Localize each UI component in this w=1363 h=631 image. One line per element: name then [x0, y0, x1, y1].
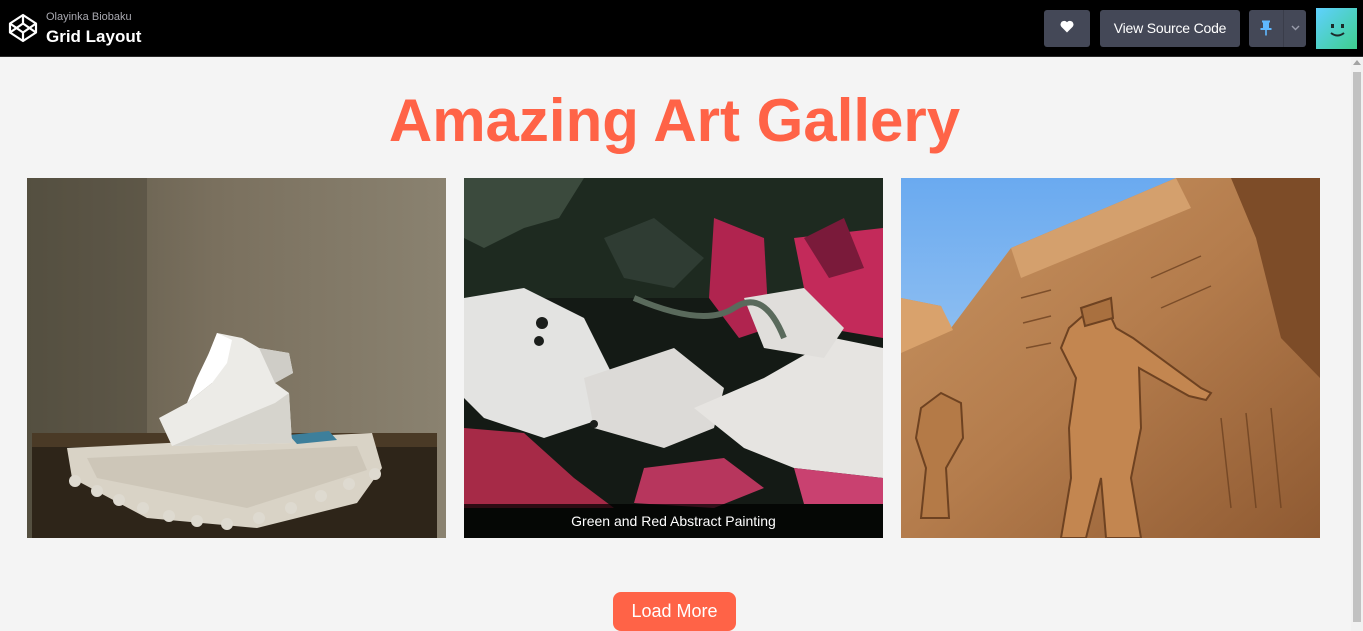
- abstract-painting-image: [464, 178, 883, 538]
- gallery-item[interactable]: [901, 178, 1320, 538]
- gallery-grid: Green and Red Abstract Painting: [27, 178, 1320, 538]
- author-name[interactable]: Olayinka Biobaku: [46, 11, 141, 23]
- pin-button[interactable]: [1249, 9, 1306, 47]
- white-bust-sculpture-image: [27, 178, 446, 538]
- pen-title: Grid Layout: [46, 26, 142, 46]
- vertical-scrollbar[interactable]: [1351, 58, 1363, 631]
- gallery-item[interactable]: [27, 178, 446, 538]
- heart-button[interactable]: [1044, 9, 1090, 47]
- pin-icon: [1249, 10, 1283, 47]
- chevron-down-icon[interactable]: [1283, 9, 1306, 47]
- avatar-icon[interactable]: [1316, 7, 1357, 49]
- image-caption: Green and Red Abstract Painting: [464, 504, 883, 538]
- scrollbar-thumb[interactable]: [1353, 72, 1361, 622]
- pen-titles: Olayinka Biobaku Grid Layout: [46, 11, 142, 46]
- gallery-item[interactable]: Green and Red Abstract Painting: [464, 178, 883, 538]
- egyptian-temple-relief-image: [901, 178, 1320, 538]
- load-more-button[interactable]: Load More: [613, 592, 736, 631]
- top-bar: Olayinka Biobaku Grid Layout View Source…: [0, 0, 1363, 57]
- scroll-up-arrow-icon[interactable]: [1353, 60, 1361, 65]
- codepen-logo-icon[interactable]: [7, 12, 39, 44]
- heart-icon: [1060, 20, 1074, 36]
- view-source-code-button[interactable]: View Source Code: [1100, 9, 1240, 47]
- page-heading: Amazing Art Gallery: [388, 87, 961, 154]
